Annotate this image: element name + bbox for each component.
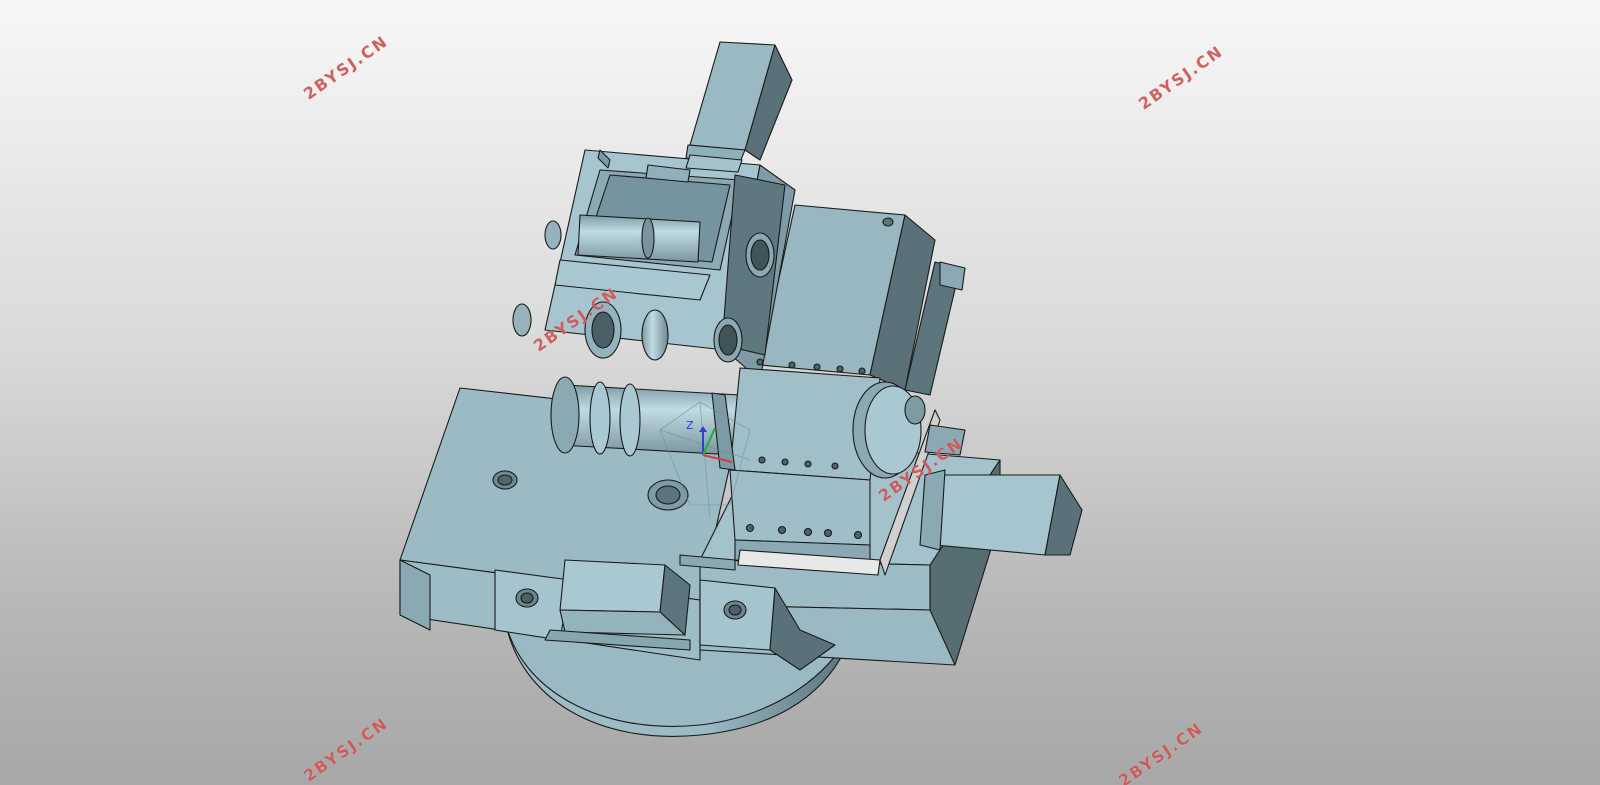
cad-3d-viewport[interactable]: Z 2BYSJ.CN 2BYSJ.CN 2BYSJ.CN 2BYSJ.CN 2B… [0,0,1600,785]
axis-z-label: Z [686,419,694,432]
main-shaft [550,376,741,457]
cad-model-render[interactable]: Z [0,0,1600,785]
top-motor [685,41,793,173]
upper-shaft [577,214,701,263]
spindle-housing [711,358,881,566]
